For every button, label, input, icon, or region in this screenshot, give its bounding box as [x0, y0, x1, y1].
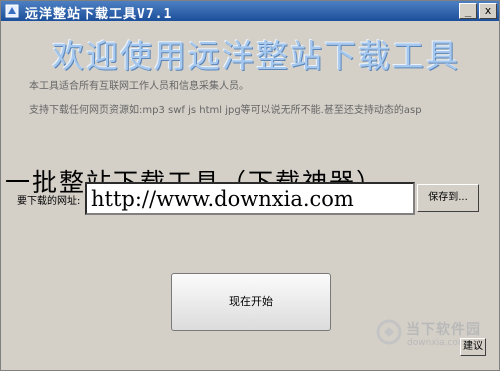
minimize-button[interactable]: _: [459, 3, 477, 19]
window-title: 远洋整站下载工具V7.1: [25, 7, 173, 22]
watermark: 当下软件园 downxia.com: [376, 319, 480, 349]
start-button[interactable]: 现在开始: [171, 273, 331, 331]
app-icon: [5, 4, 19, 18]
close-button[interactable]: x: [479, 3, 497, 19]
intro-note: 本工具适合所有互联网工作人员和信息采集人员。: [29, 81, 249, 92]
welcome-banner: 欢迎使用远洋整站下载工具: [51, 37, 460, 75]
suggest-button[interactable]: 建议: [460, 338, 486, 356]
url-input[interactable]: http://www.downxia.com: [85, 182, 415, 215]
url-label: 要下载的网址:: [17, 196, 81, 207]
watermark-site: downxia.com: [407, 338, 467, 348]
app-window: 远洋整站下载工具V7.1 _ x 欢迎使用远洋整站下载工具 本工具适合所有互联网…: [0, 0, 500, 371]
title-bar[interactable]: 远洋整站下载工具V7.1 _ x: [1, 1, 499, 22]
watermark-logo-icon: [376, 319, 402, 345]
watermark-brand: 当下软件园: [406, 322, 481, 338]
save-to-button[interactable]: 保存到...: [417, 184, 479, 212]
support-note: 支持下载任何网页资源如:mp3 swf js html jpg等可以说无所不能.…: [29, 105, 422, 116]
